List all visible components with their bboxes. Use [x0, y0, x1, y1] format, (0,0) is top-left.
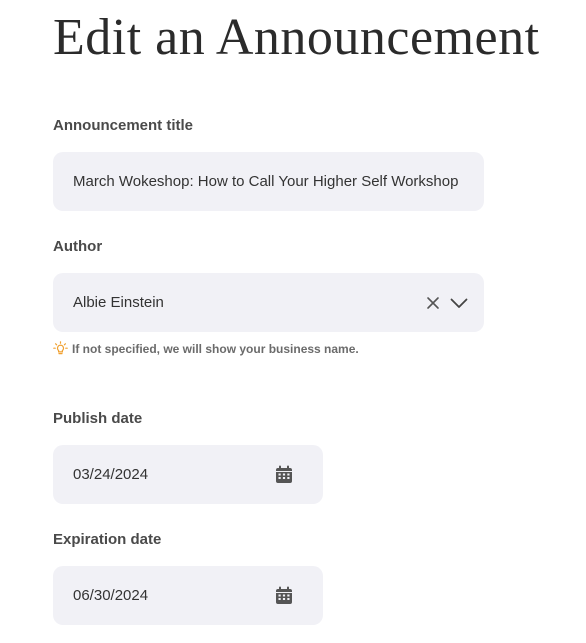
calendar-icon[interactable] [275, 586, 293, 605]
author-selected-value: Albie Einstein [73, 294, 164, 311]
publish-date-label: Publish date [53, 410, 143, 427]
announcement-title-field [53, 152, 484, 211]
announcement-title-label: Announcement title [53, 117, 194, 134]
chevron-down-icon[interactable] [448, 294, 470, 312]
expiration-date-value: 06/30/2024 [73, 587, 149, 604]
announcement-title-input[interactable] [73, 173, 464, 190]
author-select[interactable]: Albie Einstein [53, 273, 484, 332]
lightbulb-icon [53, 341, 68, 356]
expiration-date-field[interactable]: 06/30/2024 [53, 566, 323, 625]
expiration-date-label: Expiration date [53, 531, 162, 548]
author-label: Author [53, 238, 103, 255]
publish-date-field[interactable]: 03/24/2024 [53, 445, 323, 504]
calendar-icon[interactable] [275, 465, 293, 484]
author-hint-text: If not specified, we will show your busi… [72, 341, 359, 356]
close-icon[interactable] [424, 294, 442, 312]
author-hint: If not specified, we will show your busi… [53, 341, 359, 356]
publish-date-value: 03/24/2024 [73, 466, 149, 483]
page-title: Edit an Announcement [53, 9, 540, 66]
